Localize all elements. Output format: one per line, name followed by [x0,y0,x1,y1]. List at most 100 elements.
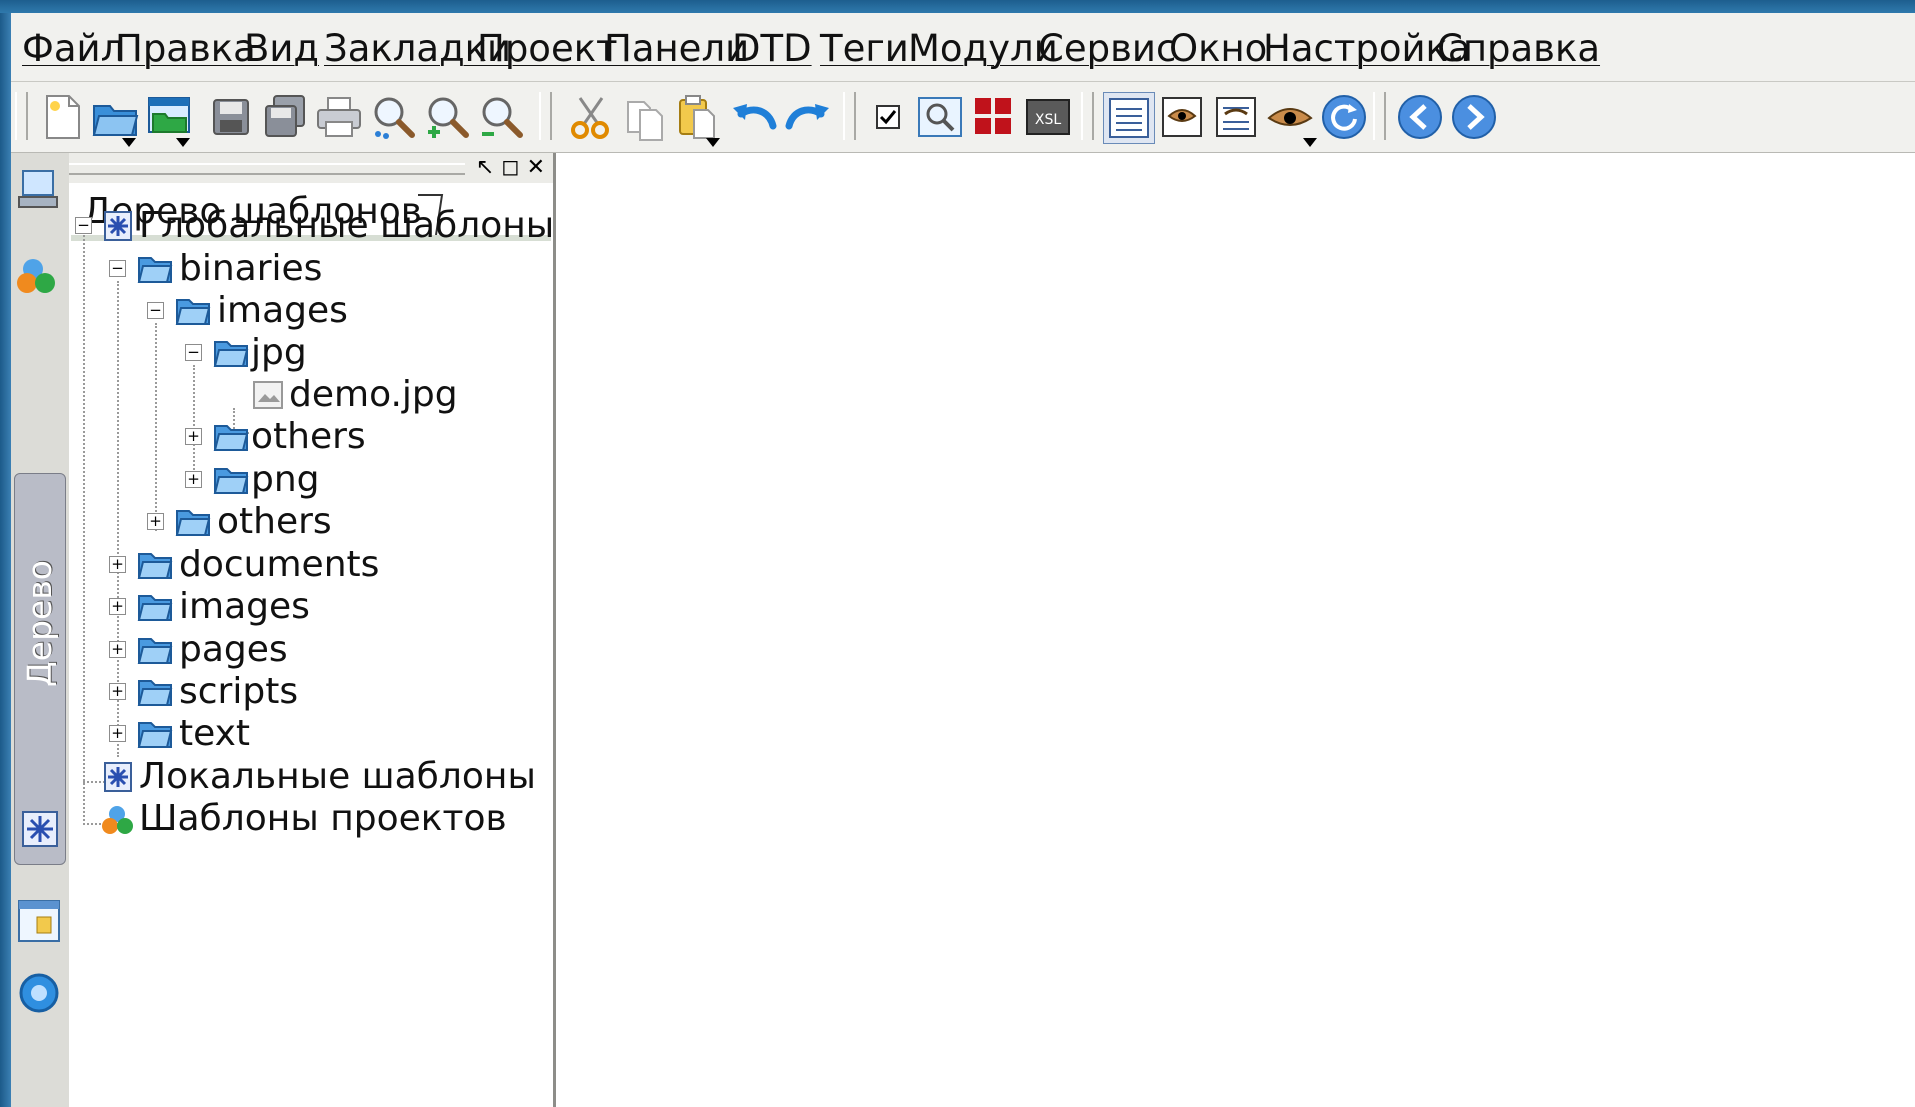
save-icon[interactable] [206,92,256,142]
preview-search-icon[interactable] [915,92,965,142]
folder-open-icon [137,680,173,706]
editor-area[interactable] [556,153,1915,1107]
paste-icon[interactable] [674,92,724,142]
expand-toggle[interactable]: + [109,725,126,742]
toolbar-grip[interactable] [15,92,28,140]
collapse-toggle[interactable]: − [147,302,164,319]
folder-open-icon [137,638,173,664]
checkbox-icon[interactable] [865,92,915,142]
open-project-icon[interactable] [145,92,195,142]
expand-toggle[interactable]: + [109,556,126,573]
paste-dropdown-arrow[interactable] [706,138,720,147]
back-icon[interactable] [1395,92,1445,142]
tree-node-local-templates[interactable]: Локальные шаблоны [75,754,545,802]
zoom-out-icon[interactable] [476,92,526,142]
tree-node-scripts[interactable]: + scripts [109,669,529,717]
template-tree-panel: ↖ ◻ ✕ Дерево шаблонов − Глобальные шабло… [69,153,556,1107]
expand-toggle[interactable]: + [109,598,126,615]
menu-file[interactable]: Файл [22,27,124,71]
cut-icon[interactable] [566,92,616,142]
document-structure-icon[interactable] [13,893,65,957]
open-dropdown-arrow[interactable] [122,138,136,147]
tree-node-label: jpg [251,332,307,373]
folder-open-icon [213,425,249,451]
tree-node-label: images [217,290,348,331]
tree-node-label: Локальные шаблоны [139,756,536,797]
tree-node-images-root[interactable]: + images [109,584,529,632]
window-title-strip [0,0,1915,13]
panel-undock-button[interactable]: ↖ [476,155,494,180]
tree-node-label: demo.jpg [289,374,458,415]
eye-preview-icon[interactable] [1157,92,1207,142]
redo-icon[interactable] [783,92,833,142]
menu-help[interactable]: Справка [1437,27,1600,71]
tree-node-others-images[interactable]: + others [185,414,525,462]
forward-icon[interactable] [1449,92,1499,142]
tree-node-others-binaries[interactable]: + others [147,499,527,547]
tree-node-jpg[interactable]: − jpg [185,330,525,378]
menu-dtd[interactable]: DTD [732,27,812,71]
folder-open-icon [137,595,173,621]
menu-view[interactable]: Вид [244,27,319,71]
menu-plugins[interactable]: Модули [908,27,1058,71]
settings-gear-icon[interactable] [13,963,65,1027]
panel-drag-grip[interactable] [69,163,465,175]
expand-toggle[interactable]: + [147,513,164,530]
project-tree-icon[interactable] [13,245,65,309]
expand-toggle[interactable]: + [109,683,126,700]
menu-edit[interactable]: Правка [115,27,256,71]
menu-tags[interactable]: Теги [820,27,909,71]
toolbar-grip[interactable] [1373,92,1386,140]
save-all-icon[interactable] [260,92,310,142]
template-tree-vertical-tab[interactable]: Дерево шаблонов [14,473,109,865]
toolbar-grip[interactable] [1081,92,1094,140]
toolbar-grip[interactable] [843,92,856,140]
tree-node-png[interactable]: + png [185,457,525,505]
expand-toggle[interactable]: + [185,471,202,488]
folder-open-icon [175,299,211,325]
project-dropdown-arrow[interactable] [176,138,190,147]
panel-float-button[interactable]: ◻ [501,155,519,180]
menu-service[interactable]: Сервис [1038,27,1176,71]
folder-open-icon [175,510,211,536]
tree-node-label: others [217,501,332,542]
tree-node-project-templates[interactable]: Шаблоны проектов [75,796,545,844]
tree-node-global-templates[interactable]: − Глобальные шаблоны [75,203,554,251]
print-icon[interactable] [314,92,364,142]
collapse-toggle[interactable]: − [109,260,126,277]
copy-icon[interactable] [620,92,670,142]
menu-window[interactable]: Окно [1169,27,1267,71]
expand-toggle[interactable]: + [109,641,126,658]
new-file-icon[interactable] [37,92,87,142]
tree-node-label: Шаблоны проектов [139,798,507,839]
files-tree-icon[interactable] [13,163,65,227]
collapse-toggle[interactable]: − [185,344,202,361]
tree-node-label: others [251,416,366,457]
tree-node-demo-jpg[interactable]: demo.jpg [251,372,541,420]
expand-toggle[interactable]: + [185,428,202,445]
list-view-icon[interactable] [1103,92,1155,144]
toolbar-grip[interactable] [539,92,552,140]
folder-open-icon [213,468,249,494]
undo-icon[interactable] [729,92,779,142]
menu-project[interactable]: Проект [477,27,618,71]
plugin-blocks-icon[interactable] [969,92,1019,142]
tree-node-label: png [251,459,320,500]
reload-icon[interactable] [1319,92,1369,142]
tree-node-documents[interactable]: + documents [109,542,529,590]
eye-dropdown-icon[interactable] [1265,92,1315,142]
edit-preview-icon[interactable] [1211,92,1261,142]
xsl-icon[interactable]: XSL [1023,92,1073,142]
find-icon[interactable] [368,92,418,142]
tree-node-text[interactable]: + text [109,711,529,759]
collapse-toggle[interactable]: − [75,217,92,234]
menu-panels[interactable]: Панели [604,27,749,71]
tree-node-pages[interactable]: + pages [109,627,529,675]
folder-open-icon [137,257,173,283]
open-folder-icon[interactable] [91,92,141,142]
eye-dropdown-arrow[interactable] [1303,138,1317,147]
tree-node-binaries[interactable]: − binaries [109,246,529,294]
panel-close-button[interactable]: ✕ [527,155,545,180]
tree-node-images[interactable]: − images [147,288,527,336]
zoom-in-icon[interactable] [422,92,472,142]
